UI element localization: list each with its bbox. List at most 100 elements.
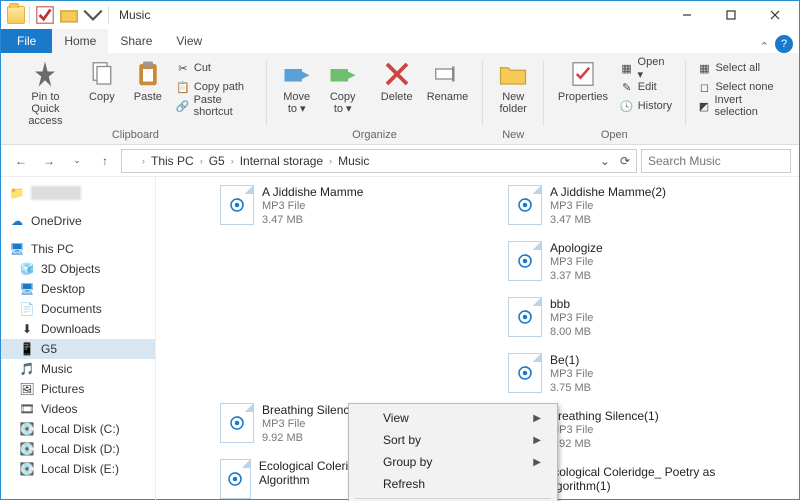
address-bar[interactable]: › This PC› G5› Internal storage› Music ⌄… xyxy=(121,149,637,173)
tab-home[interactable]: Home xyxy=(52,29,108,53)
copy-to-icon xyxy=(328,59,358,89)
tab-view[interactable]: View xyxy=(164,29,214,53)
ribbon-group-open: Properties ▦Open ▾ ✎Edit 🕓History Open xyxy=(546,57,682,144)
nav-local-disk-c[interactable]: 💽Local Disk (C:) xyxy=(1,419,155,439)
nav-thispc[interactable]: 🖥This PC xyxy=(1,239,155,259)
file-name: bbb xyxy=(550,297,593,311)
nav-music[interactable]: 🎵Music xyxy=(1,359,155,379)
invert-selection-button[interactable]: ◩Invert selection xyxy=(693,97,787,115)
shortcut-icon: 🔗 xyxy=(176,99,190,113)
nav-recent-button[interactable]: ⌄ xyxy=(65,149,89,173)
folder-icon xyxy=(124,154,140,168)
documents-icon: 📄 xyxy=(19,302,35,316)
file-type: MP3 File xyxy=(550,423,659,437)
maximize-button[interactable] xyxy=(709,1,753,29)
mp3-file-icon xyxy=(508,353,542,393)
minimize-ribbon-icon[interactable]: ⌃ xyxy=(760,40,769,53)
file-type: MP3 File xyxy=(550,255,603,269)
paste-shortcut-button[interactable]: 🔗Paste shortcut xyxy=(172,97,258,115)
file-type: MP3 File xyxy=(262,417,356,431)
nav-pictures[interactable]: 🖼Pictures xyxy=(1,379,155,399)
open-button[interactable]: ▦Open ▾ xyxy=(616,59,677,77)
file-type: MP3 File xyxy=(262,199,363,213)
ctx-group-by[interactable]: Group by▶ xyxy=(351,451,555,473)
rename-icon xyxy=(432,59,462,89)
nav-local-disk-e[interactable]: 💽Local Disk (E:) xyxy=(1,459,155,479)
new-folder-button[interactable]: New folder xyxy=(491,57,535,127)
file-list-area[interactable]: A Jiddishe MammeMP3 File3.47 MBBreathing… xyxy=(156,177,799,501)
copy-button[interactable]: Copy xyxy=(80,57,124,127)
file-item[interactable]: bbbMP3 File8.00 MB xyxy=(508,297,748,339)
ctx-view[interactable]: View▶ xyxy=(351,407,555,429)
ctx-refresh[interactable]: Refresh xyxy=(351,473,555,495)
history-button[interactable]: 🕓History xyxy=(616,97,677,115)
rename-button[interactable]: Rename xyxy=(421,57,475,127)
pin-to-quick-access-button[interactable]: Pin to Quick access xyxy=(13,57,78,127)
ctx-sort-by[interactable]: Sort by▶ xyxy=(351,429,555,451)
file-item[interactable]: A Jiddishe MammeMP3 File3.47 MB xyxy=(220,185,460,227)
cloud-icon: ☁ xyxy=(9,214,25,228)
file-item[interactable]: ApologizeMP3 File3.37 MB xyxy=(508,241,748,283)
nav-3d-objects[interactable]: 🧊3D Objects xyxy=(1,259,155,279)
disk-icon: 💽 xyxy=(19,462,35,476)
address-dropdown-icon[interactable]: ⌄ xyxy=(596,154,614,168)
ribbon-group-clipboard: Pin to Quick access Copy Paste ✂Cut 📋Cop… xyxy=(7,57,264,144)
pc-icon: 🖥 xyxy=(9,242,25,256)
nav-g5[interactable]: 📱G5 xyxy=(1,339,155,359)
nav-videos[interactable]: 🎞Videos xyxy=(1,399,155,419)
file-item[interactable]: A Jiddishe Mamme(2)MP3 File3.47 MB xyxy=(508,185,748,227)
file-type: MP3 File xyxy=(550,199,666,213)
breadcrumb[interactable]: This PC xyxy=(147,154,198,168)
qat-properties-icon[interactable] xyxy=(34,4,56,26)
tab-share[interactable]: Share xyxy=(108,29,164,53)
qat-newfolder-icon[interactable] xyxy=(58,4,80,26)
mp3-file-icon xyxy=(508,297,542,337)
ribbon: Pin to Quick access Copy Paste ✂Cut 📋 Cop… xyxy=(1,53,799,145)
ribbon-group-organize: Move to ▾ Copy to ▾ Delete Rename Organi… xyxy=(269,57,481,144)
copy-to-button[interactable]: Copy to ▾ xyxy=(321,57,365,127)
pictures-icon: 🖼 xyxy=(19,382,35,396)
breadcrumb[interactable]: Music xyxy=(334,154,373,168)
minimize-button[interactable] xyxy=(665,1,709,29)
mp3-file-icon xyxy=(508,241,542,281)
folder-icon xyxy=(498,59,528,89)
path-icon: 📋 xyxy=(176,80,190,94)
file-size: 3.37 MB xyxy=(550,269,603,283)
move-to-button[interactable]: Move to ▾ xyxy=(275,57,319,127)
search-box[interactable] xyxy=(641,149,791,173)
nav-up-button[interactable]: ↑ xyxy=(93,149,117,173)
file-name: Be(1) xyxy=(550,353,593,367)
nav-local-disk-d[interactable]: 💽Local Disk (D:) xyxy=(1,439,155,459)
open-icon: ▦ xyxy=(620,61,634,75)
nav-quickaccess-redacted[interactable]: 📁 xyxy=(1,183,155,203)
paste-button[interactable]: Paste xyxy=(126,57,170,127)
folder-icon xyxy=(7,6,25,24)
qat-dropdown-icon[interactable] xyxy=(82,4,104,26)
nav-documents[interactable]: 📄Documents xyxy=(1,299,155,319)
breadcrumb[interactable]: G5 xyxy=(205,154,229,168)
breadcrumb[interactable]: Internal storage xyxy=(236,154,327,168)
nav-onedrive[interactable]: ☁OneDrive xyxy=(1,211,155,231)
cut-button[interactable]: ✂Cut xyxy=(172,59,258,77)
search-input[interactable] xyxy=(648,154,784,168)
disk-icon: 💽 xyxy=(19,422,35,436)
cube-icon: 🧊 xyxy=(19,262,35,276)
context-menu: View▶ Sort by▶ Group by▶ Refresh Paste P… xyxy=(348,403,558,501)
pin-icon xyxy=(30,59,60,89)
edit-button[interactable]: ✎Edit xyxy=(616,78,677,96)
tab-file[interactable]: File xyxy=(1,29,52,53)
scissors-icon: ✂ xyxy=(176,61,190,75)
select-all-button[interactable]: ▦Select all xyxy=(693,59,787,77)
navigation-pane: 📁 ☁OneDrive 🖥This PC 🧊3D Objects 🖥Deskto… xyxy=(1,177,156,501)
nav-back-button[interactable]: ← xyxy=(9,149,33,173)
nav-forward-button[interactable]: → xyxy=(37,149,61,173)
file-item[interactable]: Be(1)MP3 File3.75 MB xyxy=(508,353,748,395)
invert-icon: ◩ xyxy=(697,99,710,113)
delete-button[interactable]: Delete xyxy=(375,57,419,127)
properties-button[interactable]: Properties xyxy=(552,57,614,127)
nav-desktop[interactable]: 🖥Desktop xyxy=(1,279,155,299)
help-icon[interactable]: ? xyxy=(775,35,793,53)
nav-downloads[interactable]: ⬇Downloads xyxy=(1,319,155,339)
refresh-icon[interactable]: ⟳ xyxy=(616,154,634,168)
close-button[interactable] xyxy=(753,1,797,29)
